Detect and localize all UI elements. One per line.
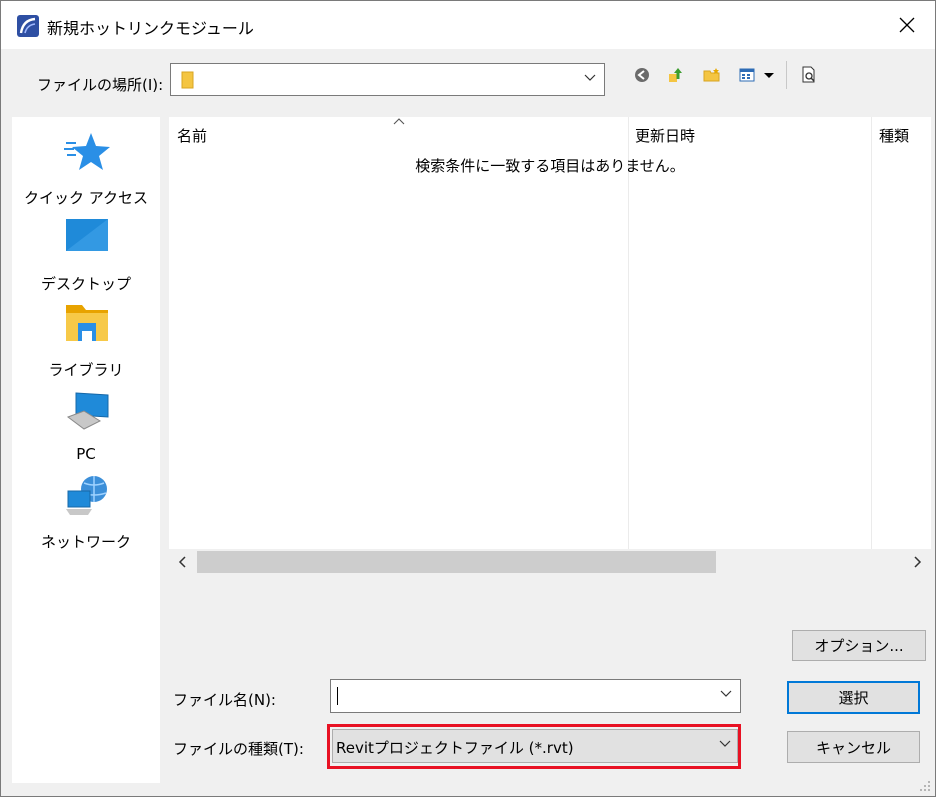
place-pc[interactable]: PC — [12, 387, 160, 471]
sort-ascending-icon — [393, 118, 405, 125]
toolbar-separator — [786, 61, 787, 89]
new-folder-button[interactable] — [699, 63, 725, 87]
new-folder-icon — [703, 68, 720, 82]
file-list[interactable]: 名前 更新日時 種類 検索条件に一致する項目はありません。 — [169, 117, 931, 549]
place-network[interactable]: ネットワーク — [12, 473, 160, 557]
resize-grip-icon[interactable] — [919, 780, 931, 792]
pc-icon — [66, 392, 109, 430]
filename-input[interactable] — [330, 679, 741, 713]
chevron-right-icon — [914, 556, 922, 568]
place-label: ライブラリ — [48, 361, 124, 379]
view-menu-button[interactable] — [735, 63, 779, 87]
places-sidebar: クイック アクセス デスクトップ ライブラリ PC ネットワーク — [12, 117, 160, 783]
empty-message: 検索条件に一致する項目はありません。 — [415, 157, 685, 175]
horizontal-scrollbar[interactable] — [169, 549, 931, 575]
column-divider[interactable] — [871, 117, 872, 549]
chevron-down-icon — [584, 74, 596, 81]
library-folder-icon — [66, 305, 108, 341]
close-button[interactable] — [879, 1, 935, 49]
chevron-down-icon — [720, 690, 732, 697]
quick-access-star-icon — [64, 133, 110, 170]
chevron-left-icon — [178, 556, 186, 568]
preview-button[interactable] — [796, 63, 822, 87]
window-title: 新規ホットリンクモジュール — [47, 19, 254, 38]
place-label: ネットワーク — [40, 533, 131, 551]
location-label: ファイルの場所(I): — [37, 76, 164, 94]
filetype-label: ファイルの種類(T): — [173, 740, 304, 758]
location-combo[interactable] — [170, 63, 605, 96]
place-label: PC — [76, 445, 96, 463]
desktop-icon — [66, 219, 108, 251]
place-label: クイック アクセス — [23, 189, 149, 207]
options-button[interactable]: オプション... — [792, 630, 926, 661]
text-caret — [337, 687, 338, 705]
highlight-box — [327, 724, 741, 769]
scroll-thumb[interactable] — [197, 551, 716, 573]
place-quick-access[interactable]: クイック アクセス — [12, 129, 160, 213]
up-folder-button[interactable] — [663, 63, 689, 87]
place-libraries[interactable]: ライブラリ — [12, 301, 160, 385]
close-icon — [899, 17, 915, 33]
column-header-modified[interactable]: 更新日時 — [635, 125, 695, 146]
view-menu-icon — [739, 68, 774, 82]
file-dialog: 新規ホットリンクモジュール ファイルの場所(I): クイック アクセス デスクト… — [0, 0, 936, 797]
scroll-left-button[interactable] — [169, 549, 195, 575]
network-icon — [66, 476, 107, 515]
preview-icon — [802, 66, 815, 83]
place-desktop[interactable]: デスクトップ — [12, 215, 160, 299]
place-label: デスクトップ — [40, 275, 131, 293]
scroll-right-button[interactable] — [905, 549, 931, 575]
filename-label: ファイル名(N): — [173, 691, 276, 709]
column-header-name[interactable]: 名前 — [177, 125, 207, 146]
app-logo-icon — [17, 15, 39, 37]
folder-icon — [181, 71, 194, 89]
back-arrow-icon — [635, 68, 649, 82]
title-bar: 新規ホットリンクモジュール — [1, 1, 935, 49]
cancel-button[interactable]: キャンセル — [787, 731, 920, 763]
column-header-type[interactable]: 種類 — [879, 125, 909, 146]
back-button[interactable] — [629, 63, 655, 87]
column-divider[interactable] — [628, 117, 629, 549]
select-button[interactable]: 選択 — [787, 681, 920, 714]
up-folder-icon — [669, 68, 682, 82]
